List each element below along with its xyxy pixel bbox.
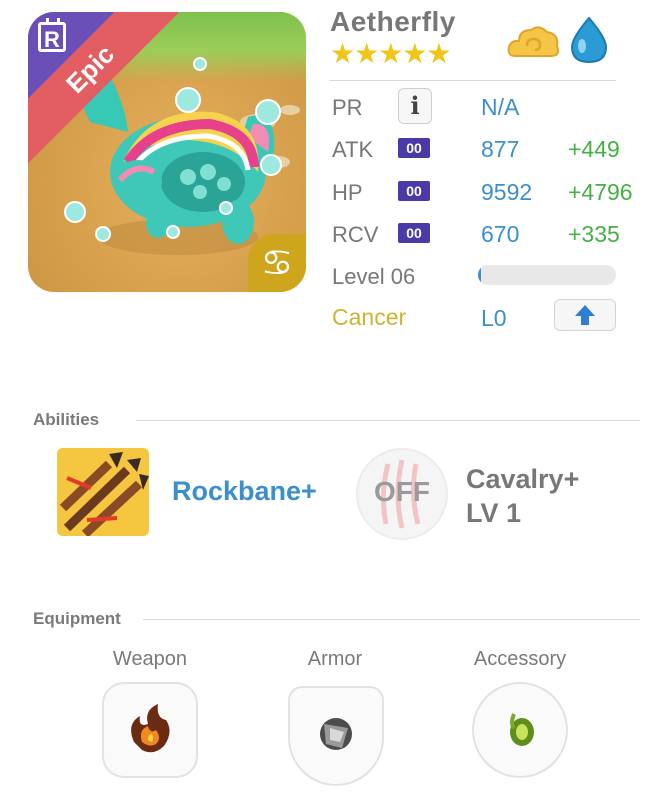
- info-icon: i: [410, 91, 420, 120]
- pr-value: N/A: [481, 94, 520, 120]
- rcv-label: RCV: [332, 222, 379, 247]
- atk-plus-badge: 00: [398, 138, 430, 158]
- atk-label: ATK: [332, 137, 374, 162]
- hp-label: HP: [332, 180, 363, 205]
- level-label: Level 06: [332, 264, 416, 289]
- arrow-up-icon: [575, 305, 595, 325]
- ability-cavalry-name: Cavalry+ LV 1: [466, 462, 579, 530]
- info-button[interactable]: i: [398, 88, 432, 124]
- abilities-title: Abilities: [33, 410, 100, 429]
- atk-bonus: +449: [568, 136, 620, 162]
- leaf-accessory-icon: [510, 713, 534, 746]
- cancer-sign-icon: ♋: [248, 234, 306, 292]
- fire-weapon-icon: [131, 704, 170, 753]
- abilities-divider: [136, 420, 640, 421]
- ability-rockbane-name: Rockbane+: [172, 476, 317, 506]
- hp-value: 9592: [481, 179, 533, 205]
- creature-portrait[interactable]: Epic R ♋: [28, 12, 306, 292]
- header-divider: [330, 80, 616, 81]
- creature-name: Aetherfly: [330, 6, 456, 37]
- sign-level-value: L0: [481, 305, 507, 331]
- upgrade-button[interactable]: [554, 299, 616, 331]
- equipment-title: Equipment: [33, 609, 121, 628]
- pr-label: PR: [332, 95, 363, 120]
- ability-off-status: OFF: [374, 476, 430, 507]
- level-progress-bar: [478, 265, 616, 285]
- ability-cavalry-level: LV 1: [466, 498, 522, 528]
- level-progress-fill: [478, 265, 481, 285]
- metal-armor-icon: [320, 718, 352, 750]
- weapon-label: Weapon: [112, 648, 188, 670]
- rcv-value: 670: [481, 221, 520, 247]
- water-drop-icon: [570, 16, 608, 64]
- cloud-icon: [507, 26, 560, 57]
- armor-label: Armor: [307, 648, 363, 670]
- ability-cavalry-label: Cavalry+: [466, 464, 580, 494]
- star-rating: ★★★★★: [330, 38, 452, 69]
- arrows-art: [57, 448, 149, 536]
- rcv-bonus: +335: [568, 221, 620, 247]
- hp-bonus: +4796: [568, 179, 633, 205]
- sign-label: Cancer: [332, 304, 407, 330]
- equipment-divider: [143, 619, 640, 620]
- rcv-plus-badge: 00: [398, 223, 430, 243]
- accessory-slot[interactable]: [472, 682, 568, 778]
- arrows-icon[interactable]: [57, 448, 149, 536]
- atk-value: 877: [481, 136, 520, 162]
- armor-slot[interactable]: [288, 686, 384, 786]
- rarity-r-badge: R: [38, 18, 66, 52]
- accessory-label: Accessory: [473, 648, 567, 670]
- weapon-slot[interactable]: [102, 682, 198, 778]
- hp-plus-badge: 00: [398, 181, 430, 201]
